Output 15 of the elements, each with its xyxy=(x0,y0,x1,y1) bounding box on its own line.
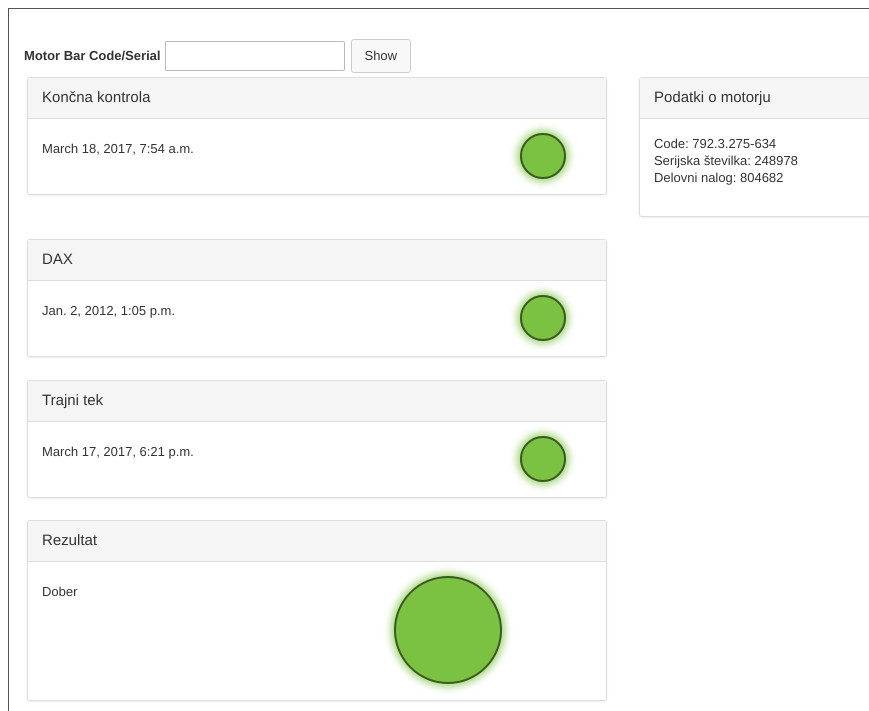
serial-input-field[interactable] xyxy=(164,41,345,71)
panel-title: Trajni tek xyxy=(42,390,104,411)
panel-text: March 18, 2017, 7:54 a.m. xyxy=(42,140,194,158)
panel-text: March 17, 2017, 6:21 p.m. xyxy=(42,443,194,461)
panel-text: Dober xyxy=(42,583,78,601)
panel-title: Končna kontrola xyxy=(42,88,150,108)
panel-title: Podatki o motorju xyxy=(654,88,771,108)
show-button[interactable]: Show xyxy=(350,39,412,73)
panel-title: Rezultat xyxy=(42,530,98,551)
panel-title: DAX xyxy=(42,250,73,270)
motor-info-line: Delovni nalog: 804682 xyxy=(654,169,784,186)
panel-text: Jan. 2, 2012, 1:05 p.m. xyxy=(42,302,175,320)
search-label: Motor Bar Code/Serial xyxy=(24,47,161,66)
motor-info-line: Code: 792.3.275-634 xyxy=(654,135,778,152)
motor-info-line: Serijska številka: 248978 xyxy=(654,152,799,169)
